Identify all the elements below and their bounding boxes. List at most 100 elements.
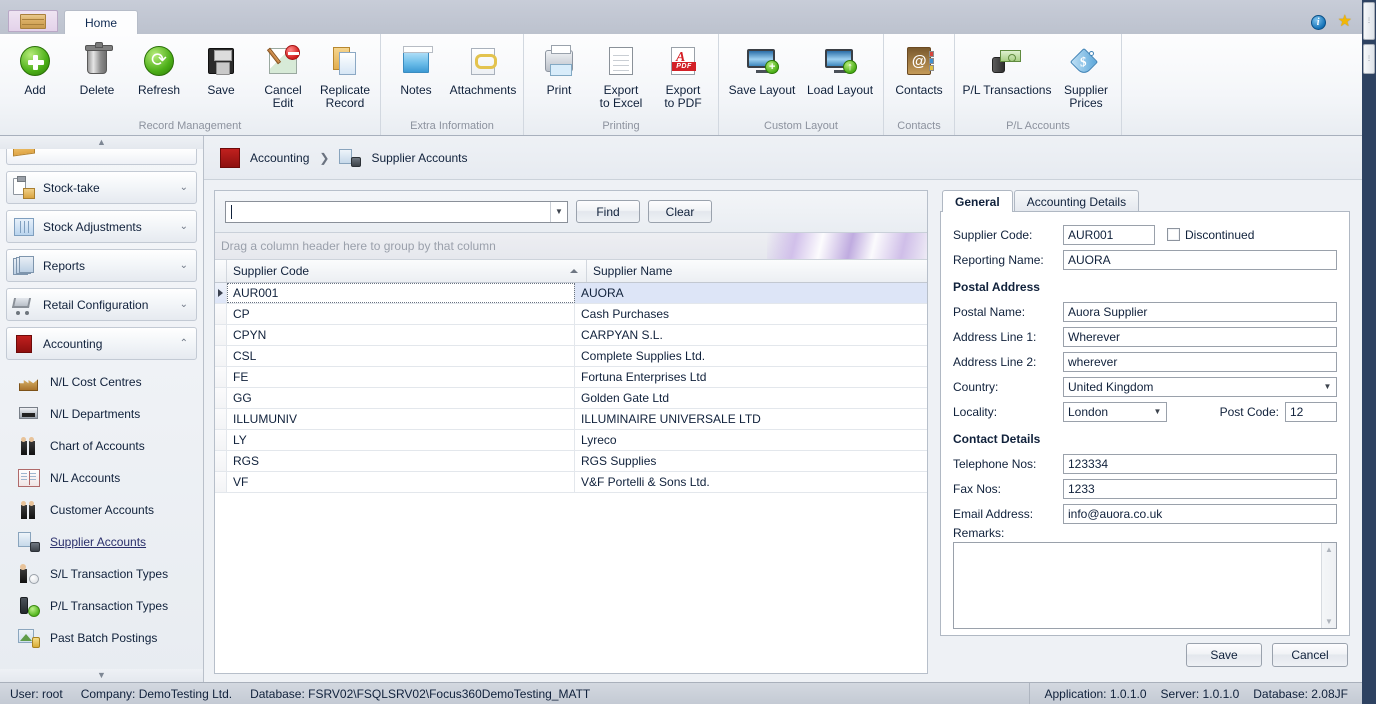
ribbon-button-supplier-prices[interactable]: $ Supplier Prices <box>1055 39 1117 110</box>
cell-supplier-code: CP <box>227 304 575 324</box>
supplier-code-field[interactable]: AUR001 <box>1063 224 1155 245</box>
scrollbar-thumb-second[interactable]: ⋮ <box>1363 44 1375 74</box>
ribbon-group-label-contacts: Contacts <box>897 120 941 132</box>
sidebar-group-stock-take[interactable]: Stock-take ⌄ <box>6 171 197 204</box>
grid-column-header-supplier-name[interactable]: Supplier Name <box>587 260 927 282</box>
locality-select[interactable]: London ▼ <box>1063 401 1167 422</box>
ribbon-button-attachments[interactable]: Attachments <box>447 39 519 97</box>
table-row[interactable]: ILLUMUNIV ILLUMINAIRE UNIVERSALE LTD <box>215 409 927 430</box>
tab-home[interactable]: Home <box>64 10 139 34</box>
table-row[interactable]: CSL Complete Supplies Ltd. <box>215 346 927 367</box>
save-button[interactable]: Save <box>1186 643 1262 667</box>
address-line-1-field[interactable]: Wherever <box>1063 326 1337 347</box>
ribbon-button-delete[interactable]: Delete <box>66 39 128 97</box>
grid-column-header-supplier-code[interactable]: Supplier Code <box>227 260 587 282</box>
ribbon-button-replicate-record-label: Replicate Record <box>320 84 370 110</box>
row-indicator <box>215 283 227 303</box>
ribbon-button-refresh[interactable]: ⟳ Refresh <box>128 39 190 97</box>
fax-label: Fax Nos: <box>953 481 1002 496</box>
search-input[interactable]: ▼ <box>225 200 568 223</box>
remarks-scrollbar[interactable]: ▲ ▼ <box>1321 543 1336 628</box>
breadcrumb-root[interactable]: Accounting <box>250 151 309 165</box>
tab-general[interactable]: General <box>942 190 1013 212</box>
supplier-code-label: Supplier Code: <box>953 227 1033 242</box>
cell-supplier-name: ILLUMINAIRE UNIVERSALE LTD <box>581 412 761 426</box>
country-select[interactable]: United Kingdom ▼ <box>1063 376 1337 397</box>
ribbon-button-cancel-edit[interactable]: Cancel Edit <box>252 39 314 110</box>
sidebar-item-customer-accounts[interactable]: Customer Accounts <box>6 494 197 526</box>
discontinued-checkbox[interactable] <box>1167 228 1180 241</box>
group-by-drop-area[interactable]: Drag a column header here to group by th… <box>215 233 927 260</box>
supplier-accounts-icon <box>18 531 40 553</box>
sidebar-group-accounting[interactable]: Accounting ⌃ <box>6 327 197 360</box>
chevron-down-icon[interactable]: ▼ <box>1320 379 1335 395</box>
scrollbar-thumb-top[interactable]: ⋮ <box>1363 2 1375 40</box>
reporting-name-field[interactable]: AUORA <box>1063 249 1337 270</box>
scroll-up-icon[interactable]: ▲ <box>1325 545 1333 554</box>
sidebar-group-retail-configuration[interactable]: Retail Configuration ⌄ <box>6 288 197 321</box>
clear-button[interactable]: Clear <box>648 200 712 223</box>
ribbon-button-notes[interactable]: Notes <box>385 39 447 97</box>
ribbon-button-export-pdf[interactable]: A PDF Export to PDF <box>652 39 714 110</box>
cancel-button[interactable]: Cancel <box>1272 643 1348 667</box>
sidebar-item-pl-transaction-types[interactable]: P/L Transaction Types <box>6 590 197 622</box>
postal-name-field[interactable]: Auora Supplier <box>1063 301 1337 322</box>
table-row[interactable]: GG Golden Gate Ltd <box>215 388 927 409</box>
cell-supplier-name: Fortuna Enterprises Ltd <box>581 370 707 384</box>
find-button[interactable]: Find <box>576 200 640 223</box>
address-line-2-field[interactable]: wherever <box>1063 351 1337 372</box>
sidebar-item-sl-transaction-types[interactable]: S/L Transaction Types <box>6 558 197 590</box>
status-bar-left: User: root Company: DemoTesting Ltd. Dat… <box>0 687 1029 701</box>
ribbon-button-export-excel[interactable]: Export to Excel <box>590 39 652 110</box>
email-field[interactable]: info@auora.co.uk <box>1063 503 1337 524</box>
sidebar-item-chart-of-accounts[interactable]: Chart of Accounts <box>6 430 197 462</box>
sidebar-item-past-batch-postings[interactable]: Past Batch Postings <box>6 622 197 654</box>
sidebar-scroll-up-button[interactable]: ▲ <box>0 136 203 149</box>
scroll-down-icon[interactable]: ▼ <box>1325 617 1333 626</box>
ribbon-button-pl-transactions[interactable]: P/L Transactions <box>959 39 1055 97</box>
ribbon-button-replicate-record[interactable]: Replicate Record <box>314 39 376 110</box>
sidebar-group-stock-adjustments[interactable]: Stock Adjustments ⌄ <box>6 210 197 243</box>
reports-icon <box>13 255 35 277</box>
table-row[interactable]: AUR001 AUORA <box>215 283 927 304</box>
ribbon-button-save-layout[interactable]: + Save Layout <box>723 39 801 97</box>
table-row[interactable]: FE Fortuna Enterprises Ltd <box>215 367 927 388</box>
favorite-star-icon[interactable]: ★ <box>1338 14 1352 30</box>
remarks-textarea[interactable]: ▲ ▼ <box>953 542 1337 629</box>
chevron-right-icon: ❯ <box>319 150 330 165</box>
fax-field[interactable]: 1233 <box>1063 478 1337 499</box>
chevron-down-icon[interactable]: ▼ <box>550 201 567 222</box>
ribbon-button-contacts[interactable]: @ Contacts <box>888 39 950 97</box>
sidebar-group-stock-adjustments-label: Stock Adjustments <box>43 219 142 234</box>
address-line-2-label: Address Line 2: <box>953 354 1037 369</box>
ribbon-button-load-layout[interactable]: ↑ Load Layout <box>801 39 879 97</box>
sidebar-item-nl-accounts[interactable]: N/L Accounts <box>6 462 197 494</box>
cancel-edit-line1: Cancel <box>264 83 302 97</box>
delete-bin-icon <box>85 42 113 74</box>
save-floppy-icon <box>208 48 234 75</box>
table-row[interactable]: CPYN CARPYAN S.L. <box>215 325 927 346</box>
ribbon-button-save[interactable]: Save <box>190 39 252 97</box>
telephone-field[interactable]: 123334 <box>1063 453 1337 474</box>
table-row[interactable]: VF V&F Portelli & Sons Ltd. <box>215 472 927 493</box>
sidebar-item-nl-cost-centres[interactable]: N/L Cost Centres <box>6 366 197 398</box>
info-icon[interactable]: i <box>1310 14 1326 30</box>
post-code-field[interactable]: 12 <box>1285 401 1337 422</box>
chevron-down-icon[interactable]: ▼ <box>1150 404 1165 420</box>
table-row[interactable]: CP Cash Purchases <box>215 304 927 325</box>
window-scrollbar[interactable]: ⋮ ⋮ <box>1362 0 1376 704</box>
sidebar-group-partial[interactable] <box>6 149 197 165</box>
sidebar-scroll-down-button[interactable]: ▼ <box>0 669 203 682</box>
sidebar-item-supplier-accounts[interactable]: Supplier Accounts <box>6 526 197 558</box>
ribbon-button-add[interactable]: Add <box>4 39 66 97</box>
table-row[interactable]: LY Lyreco <box>215 430 927 451</box>
application-menu-button[interactable] <box>8 10 58 32</box>
tab-accounting-details-label: Accounting Details <box>1026 194 1127 209</box>
sidebar-item-nl-departments[interactable]: N/L Departments <box>6 398 197 430</box>
sidebar-group-reports[interactable]: Reports ⌄ <box>6 249 197 282</box>
locality-label: Locality: <box>953 404 998 419</box>
ribbon-button-print[interactable]: Print <box>528 39 590 97</box>
sidebar-item-past-batch-postings-label: Past Batch Postings <box>50 631 158 645</box>
table-row[interactable]: RGS RGS Supplies <box>215 451 927 472</box>
tab-accounting-details[interactable]: Accounting Details <box>1013 190 1140 212</box>
